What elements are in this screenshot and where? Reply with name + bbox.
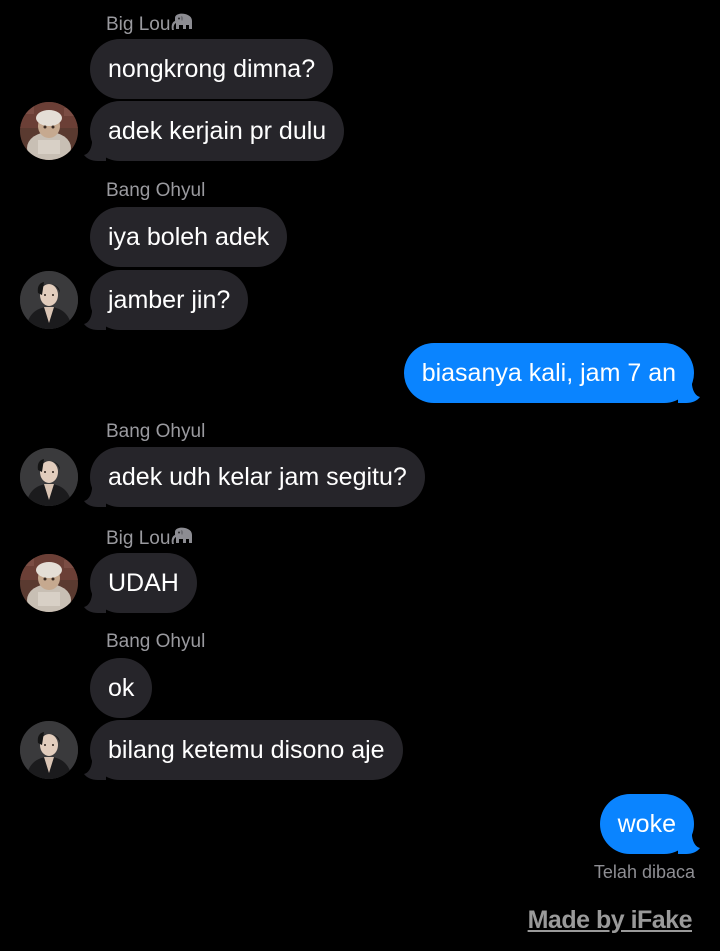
sender-name: Bang Ohyul	[106, 421, 205, 443]
message-text: biasanya kali, jam 7 an	[421, 359, 676, 387]
message-bubble[interactable]: iya boleh adek	[90, 207, 288, 267]
bubble-tail-icon	[84, 139, 106, 161]
sender-name-text: Big Lou	[106, 528, 171, 549]
message-bubble[interactable]: nongkrong dimna?	[90, 39, 334, 99]
message-text: iya boleh adek	[108, 223, 270, 251]
message-bubble[interactable]: adek kerjain pr dulu	[90, 101, 345, 161]
watermark[interactable]: Made by iFake	[528, 906, 693, 935]
message-bubble[interactable]: bilang ketemu disono aje	[90, 720, 403, 780]
bubble-tail-icon	[84, 591, 106, 613]
sender-name-text: Big Lou	[106, 14, 171, 35]
avatar[interactable]	[20, 554, 78, 612]
sender-name: Big Lou	[106, 526, 195, 552]
message-bubble[interactable]: jamber jin?	[90, 270, 249, 330]
avatar[interactable]	[20, 102, 78, 160]
message-bubble-outgoing[interactable]: woke	[599, 794, 694, 854]
bubble-tail-icon	[678, 381, 700, 403]
bubble-tail-icon	[678, 832, 700, 854]
elephant-icon	[171, 526, 195, 552]
message-text: adek udh kelar jam segitu?	[108, 463, 407, 491]
message-text: ok	[108, 674, 135, 702]
message-text: bilang ketemu disono aje	[108, 736, 385, 764]
avatar[interactable]	[20, 448, 78, 506]
sender-name-text: Bang Ohyul	[106, 631, 206, 652]
elephant-icon	[171, 12, 195, 38]
bubble-tail-icon	[84, 308, 106, 330]
message-text: adek kerjain pr dulu	[108, 117, 327, 145]
message-text: woke	[617, 810, 676, 838]
sender-name: Bang Ohyul	[106, 180, 205, 202]
bubble-tail-icon	[84, 485, 106, 507]
message-bubble-outgoing[interactable]: biasanya kali, jam 7 an	[403, 343, 694, 403]
avatar[interactable]	[20, 721, 78, 779]
read-receipt: Telah dibaca	[593, 862, 695, 882]
sender-name: Bang Ohyul	[106, 631, 205, 653]
message-text: jamber jin?	[108, 286, 231, 314]
message-text: UDAH	[108, 569, 179, 597]
message-bubble[interactable]: UDAH	[90, 553, 197, 613]
message-text: nongkrong dimna?	[108, 55, 316, 83]
bubble-tail-icon	[84, 758, 106, 780]
sender-name-text: Bang Ohyul	[106, 421, 206, 442]
sender-name-text: Bang Ohyul	[106, 180, 206, 201]
sender-name: Big Lou	[106, 12, 195, 38]
message-bubble[interactable]: ok	[90, 658, 153, 718]
message-bubble[interactable]: adek udh kelar jam segitu?	[90, 447, 425, 507]
avatar[interactable]	[20, 271, 78, 329]
